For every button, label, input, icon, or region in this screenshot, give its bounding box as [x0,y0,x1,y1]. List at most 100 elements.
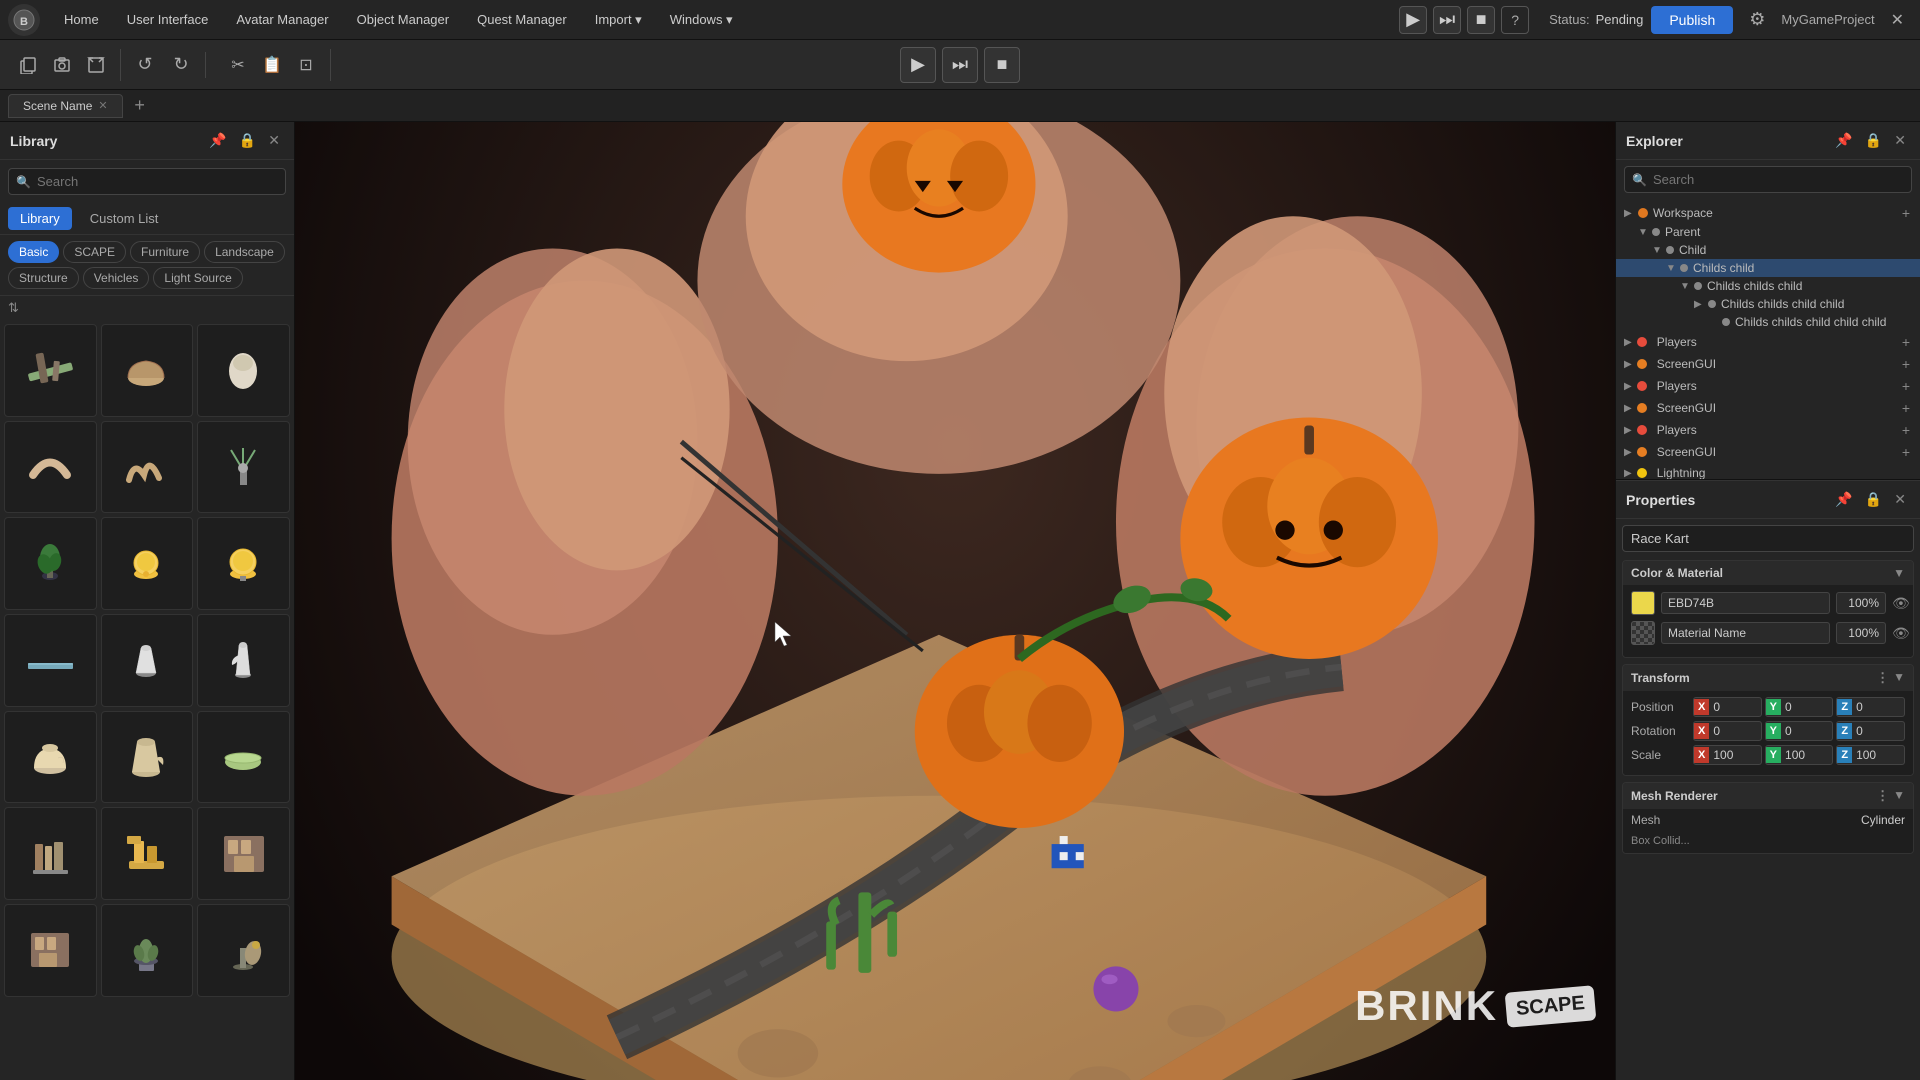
undo-btn[interactable]: ↺ [129,49,161,81]
library-item-17[interactable] [101,807,194,900]
scene-tab-main[interactable]: Scene Name ✕ [8,94,123,118]
tree-players-2[interactable]: ▶ Players + [1616,375,1920,397]
explorer-close-btn[interactable]: ✕ [1890,130,1910,151]
toolbar-expand-btn[interactable] [80,49,112,81]
menu-windows[interactable]: Windows ▾ [658,8,745,32]
tree-childs-childs-child[interactable]: ▼ Childs childs child [1616,277,1920,295]
library-item-5[interactable] [101,421,194,514]
tree-players-1[interactable]: ▶ Players + [1616,331,1920,353]
header-play-btn[interactable]: ▶ [1399,6,1427,34]
tree-workspace-add[interactable]: + [1900,205,1912,221]
tree-parent[interactable]: ▼ Parent [1616,223,1920,241]
tree-childs-childs-child-child[interactable]: ▶ Childs childs child child [1616,295,1920,313]
color-visibility-btn[interactable]: 👁 [1892,595,1910,612]
cat-structure[interactable]: Structure [8,267,79,289]
rotation-x-input[interactable] [1709,722,1760,740]
properties-lock-btn[interactable]: 🔒 [1861,489,1886,510]
color-hex-input[interactable] [1661,592,1830,614]
library-lock-btn[interactable]: 🔒 [235,130,260,151]
tree-childs-child[interactable]: ▼ Childs child [1616,259,1920,277]
color-swatch[interactable] [1631,591,1655,615]
tree-screengui-2-add[interactable]: + [1900,400,1912,416]
scale-z-input[interactable] [1852,746,1904,764]
library-item-1[interactable] [4,324,97,417]
publish-button[interactable]: Publish [1651,6,1733,34]
scale-x-input[interactable] [1709,746,1760,764]
toolbar-cut-btn[interactable]: ✂ [222,49,254,81]
library-item-3[interactable] [197,324,290,417]
toolbar-copy-btn[interactable] [12,49,44,81]
play-btn[interactable]: ▶ [900,47,936,83]
tree-screengui-3-add[interactable]: + [1900,444,1912,460]
stop-btn[interactable]: ■ [984,47,1020,83]
cat-scape[interactable]: SCAPE [63,241,126,263]
material-name-input[interactable] [1661,622,1830,644]
rotation-z-input[interactable] [1852,722,1904,740]
rotation-y-input[interactable] [1781,722,1832,740]
properties-pin-btn[interactable]: 📌 [1831,489,1856,510]
cat-furniture[interactable]: Furniture [130,241,200,263]
library-item-4[interactable] [4,421,97,514]
library-item-6[interactable] [197,421,290,514]
library-item-16[interactable] [4,807,97,900]
library-search-input[interactable] [8,168,286,195]
tree-players-2-add[interactable]: + [1900,378,1912,394]
tree-child[interactable]: ▼ Child [1616,241,1920,259]
library-item-14[interactable] [101,711,194,804]
toolbar-frame-btn[interactable]: ⊡ [290,49,322,81]
settings-button[interactable]: ⚙ [1741,5,1773,34]
material-visibility-btn[interactable]: 👁 [1892,625,1910,642]
tree-childs-childs-child-child-child[interactable]: Childs childs child child child [1616,313,1920,331]
library-item-2[interactable] [101,324,194,417]
library-item-7[interactable] [4,517,97,610]
menu-home[interactable]: Home [52,8,111,31]
explorer-lock-btn[interactable]: 🔒 [1861,130,1886,151]
header-stop-btn[interactable]: ■ [1467,6,1495,34]
material-opacity-input[interactable] [1836,622,1886,644]
tree-players-3[interactable]: ▶ Players + [1616,419,1920,441]
tree-players-1-add[interactable]: + [1900,334,1912,350]
tree-screengui-3[interactable]: ▶ ScreenGUI + [1616,441,1920,463]
cat-landscape[interactable]: Landscape [204,241,285,263]
library-item-8[interactable] [101,517,194,610]
library-item-13[interactable] [4,711,97,804]
menu-import[interactable]: Import ▾ [583,8,654,32]
explorer-pin-btn[interactable]: 📌 [1831,130,1856,151]
position-x-input[interactable] [1709,698,1760,716]
step-btn[interactable]: ⏭ [942,47,978,83]
add-tab-button[interactable]: + [129,95,151,117]
position-z-input[interactable] [1852,698,1904,716]
menu-quest-manager[interactable]: Quest Manager [465,8,579,31]
library-tab-custom[interactable]: Custom List [78,207,171,230]
cat-basic[interactable]: Basic [8,241,59,263]
tree-screengui-1-add[interactable]: + [1900,356,1912,372]
library-item-10[interactable] [4,614,97,707]
menu-object-manager[interactable]: Object Manager [345,8,462,31]
menu-user-interface[interactable]: User Interface [115,8,221,31]
menu-avatar-manager[interactable]: Avatar Manager [224,8,340,31]
library-item-9[interactable] [197,517,290,610]
position-y-input[interactable] [1781,698,1832,716]
toolbar-screenshot-btn[interactable] [46,49,78,81]
tree-screengui-1[interactable]: ▶ ScreenGUI + [1616,353,1920,375]
tree-screengui-2[interactable]: ▶ ScreenGUI + [1616,397,1920,419]
library-close-btn[interactable]: ✕ [264,130,284,151]
library-item-19[interactable] [4,904,97,997]
library-item-21[interactable] [197,904,290,997]
library-item-12[interactable] [197,614,290,707]
cat-light-source[interactable]: Light Source [153,267,242,289]
library-tab-library[interactable]: Library [8,207,72,230]
app-close-button[interactable]: ✕ [1883,6,1912,34]
library-item-11[interactable] [101,614,194,707]
color-opacity-input[interactable] [1836,592,1886,614]
header-step-btn[interactable]: ⏭ [1433,6,1461,34]
redo-btn[interactable]: ↻ [165,49,197,81]
tree-players-3-add[interactable]: + [1900,422,1912,438]
object-name-input[interactable] [1622,525,1914,552]
tree-workspace[interactable]: ▶ Workspace + [1616,203,1920,223]
color-material-header[interactable]: Color & Material ▼ [1623,561,1913,585]
library-pin-btn[interactable]: 📌 [205,130,230,151]
library-item-15[interactable] [197,711,290,804]
tree-lightning[interactable]: ▶ Lightning [1616,463,1920,479]
mesh-renderer-header[interactable]: Mesh Renderer ⋮ ▼ [1623,783,1913,809]
